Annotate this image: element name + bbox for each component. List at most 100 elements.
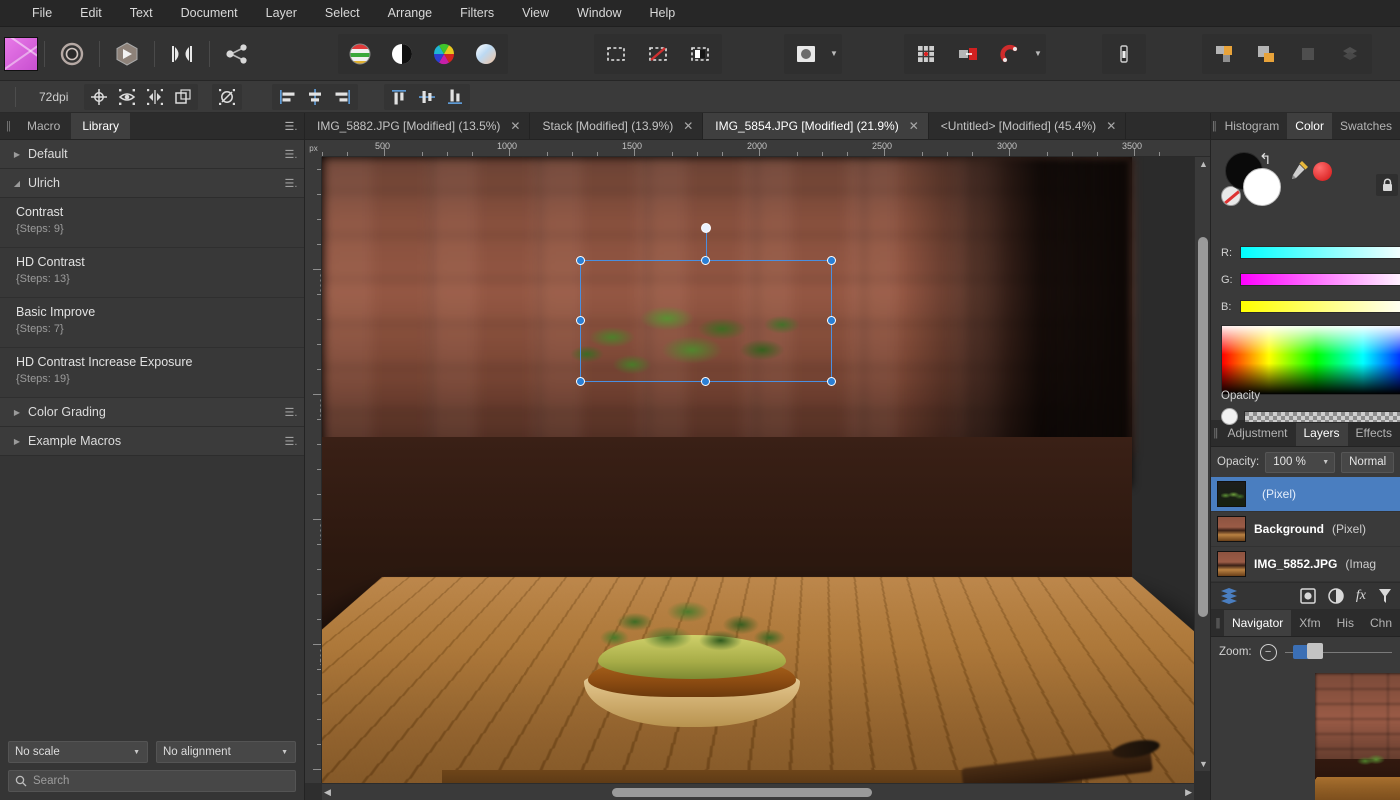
group-objects-icon[interactable] <box>1205 35 1243 73</box>
develop-persona-icon[interactable] <box>53 35 91 73</box>
close-icon[interactable]: ✕ <box>909 119 919 133</box>
marquee-select-icon[interactable] <box>597 35 635 73</box>
tab-macro[interactable]: Macro <box>16 113 71 139</box>
app-logo-icon[interactable] <box>4 36 38 71</box>
align-bottom-icon[interactable] <box>441 85 469 109</box>
panel-grip-icon[interactable]: || <box>0 113 16 139</box>
color-spectrum-field[interactable] <box>1221 325 1400 395</box>
menu-item-help[interactable]: Help <box>636 2 690 24</box>
scale-select[interactable]: No scale ▼ <box>8 741 148 763</box>
align-top-icon[interactable] <box>385 85 413 109</box>
menu-item-edit[interactable]: Edit <box>66 2 116 24</box>
close-icon[interactable]: ✕ <box>683 119 693 133</box>
vertical-scrollbar[interactable]: ▲ ▼ <box>1194 157 1210 771</box>
panel-menu-icon[interactable]: ☰. <box>278 113 304 139</box>
document-tab-active[interactable]: IMG_5854.JPG [Modified] (21.9%) ✕ <box>703 113 929 139</box>
no-transform-icon[interactable] <box>213 85 241 109</box>
move-center-icon[interactable] <box>85 85 113 109</box>
ungroup-objects-icon[interactable] <box>1247 35 1285 73</box>
magnet-snap-icon[interactable] <box>991 35 1029 73</box>
menu-item-view[interactable]: View <box>508 2 563 24</box>
tab-xfm[interactable]: Xfm <box>1291 610 1328 636</box>
adjustment-icon[interactable] <box>1328 588 1344 604</box>
current-color-indicator[interactable] <box>1313 162 1332 181</box>
align-center-icon[interactable] <box>301 85 329 109</box>
snapshot-dropdown-caret[interactable]: ▼ <box>827 35 841 73</box>
export-persona-icon[interactable] <box>218 35 256 73</box>
menu-item-file[interactable]: File <box>18 2 66 24</box>
category-menu-icon[interactable]: ☰. <box>278 177 304 190</box>
grid-icon[interactable] <box>907 35 945 73</box>
foreground-color-swatch[interactable] <box>1243 168 1281 206</box>
category-menu-icon[interactable]: ☰. <box>278 148 304 161</box>
navigator-thumbnail[interactable] <box>1315 673 1400 800</box>
snapping-dropdown-caret[interactable]: ▼ <box>1031 35 1045 73</box>
layer-thumbnail[interactable] <box>1217 551 1246 577</box>
category-menu-icon[interactable]: ☰. <box>278 406 304 419</box>
macro-category-color-grading[interactable]: ▶ Color Grading ☰. <box>0 398 304 427</box>
list-item[interactable]: HD Contrast Increase Exposure {Steps: 19… <box>0 348 304 398</box>
layer-thumbnail[interactable] <box>1217 516 1246 542</box>
opacity-knob[interactable] <box>1221 408 1238 425</box>
gradient-sphere-icon[interactable] <box>467 35 505 73</box>
green-channel-slider[interactable]: G: <box>1221 273 1400 286</box>
red-channel-bar[interactable] <box>1239 246 1400 259</box>
flip-horizontal-icon[interactable] <box>141 85 169 109</box>
scroll-right-arrow-icon[interactable]: ▶ <box>1185 787 1192 798</box>
blue-channel-slider[interactable]: B: <box>1221 300 1400 313</box>
list-item[interactable]: Contrast {Steps: 9} <box>0 198 304 248</box>
search-box[interactable] <box>8 770 296 792</box>
zoom-out-icon[interactable]: − <box>1259 643 1277 661</box>
horizontal-scroll-thumb[interactable] <box>612 788 872 797</box>
scroll-up-arrow-icon[interactable]: ▲ <box>1199 159 1208 169</box>
layer-row[interactable]: IMG_5852.JPG (Imag <box>1211 547 1400 582</box>
fx-icon[interactable]: fx <box>1356 588 1366 604</box>
list-item[interactable]: HD Contrast {Steps: 13} <box>0 248 304 298</box>
blue-channel-bar[interactable] <box>1239 300 1400 313</box>
tab-navigator[interactable]: Navigator <box>1223 610 1292 636</box>
snapshot-icon[interactable] <box>787 35 825 73</box>
red-channel-slider[interactable]: R: <box>1221 246 1400 259</box>
tab-swatches[interactable]: Swatches <box>1332 113 1400 139</box>
menu-item-document[interactable]: Document <box>167 2 252 24</box>
panel-grip-icon[interactable]: || <box>1211 420 1219 446</box>
close-icon[interactable]: ✕ <box>510 119 520 133</box>
opacity-track[interactable] <box>1244 410 1400 423</box>
liquify-persona-icon[interactable] <box>108 35 146 73</box>
list-item[interactable]: Basic Improve {Steps: 7} <box>0 298 304 348</box>
color-wheel-icon[interactable] <box>425 35 463 73</box>
image-canvas[interactable] <box>322 157 1194 783</box>
mask-icon[interactable] <box>1300 588 1316 604</box>
swap-colors-icon[interactable]: ↰ <box>1259 150 1272 168</box>
tab-histogram[interactable]: Histogram <box>1217 113 1288 139</box>
canvas-area[interactable]: 500 1000 1500 2000 2500 3000 3500 3000 3… <box>305 140 1210 800</box>
green-channel-bar[interactable] <box>1239 273 1400 286</box>
search-input[interactable] <box>33 775 289 787</box>
contrast-half-circle-icon[interactable] <box>383 35 421 73</box>
zoom-slider[interactable] <box>1284 643 1392 659</box>
floating-greens-layer[interactable] <box>567 289 817 394</box>
deselect-icon[interactable] <box>639 35 677 73</box>
document-tab[interactable]: Stack [Modified] (13.9%) ✕ <box>530 113 704 139</box>
opacity-slider[interactable] <box>1221 408 1400 425</box>
show-hide-icon[interactable] <box>113 85 141 109</box>
color-bars-icon[interactable] <box>341 35 379 73</box>
menu-item-select[interactable]: Select <box>311 2 374 24</box>
macro-category-default[interactable]: ▶ Default ☰. <box>0 140 304 169</box>
snapping-target-icon[interactable] <box>949 35 987 73</box>
document-tab[interactable]: IMG_5882.JPG [Modified] (13.5%) ✕ <box>305 113 531 139</box>
tab-his[interactable]: His <box>1329 610 1362 636</box>
horizontal-scrollbar[interactable]: ◀ ▶ <box>322 783 1194 800</box>
zoom-handle[interactable] <box>1306 643 1323 659</box>
category-menu-icon[interactable]: ☰. <box>278 435 304 448</box>
align-right-icon[interactable] <box>329 85 357 109</box>
filter-icon[interactable] <box>1378 588 1392 604</box>
macro-category-ulrich[interactable]: ◢ Ulrich ☰. <box>0 169 304 198</box>
layer-thumbnail[interactable] <box>1217 481 1246 507</box>
menu-item-text[interactable]: Text <box>116 2 167 24</box>
merge-down-icon[interactable] <box>1289 35 1327 73</box>
alignment-select[interactable]: No alignment ▼ <box>156 741 296 763</box>
blend-mode-select[interactable]: Normal <box>1341 451 1394 473</box>
layer-row[interactable]: Background (Pixel) <box>1211 512 1400 547</box>
layers-stack-icon[interactable] <box>1219 587 1239 605</box>
